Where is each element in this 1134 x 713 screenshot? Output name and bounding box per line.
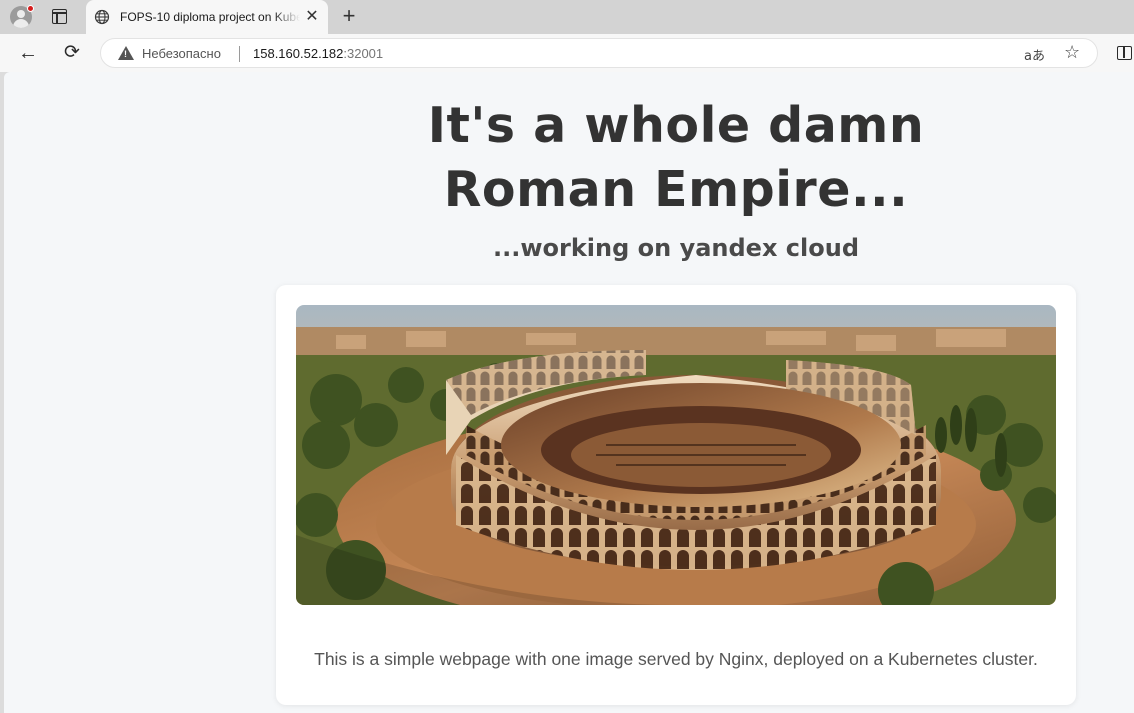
close-tab-icon[interactable]: ✕: [303, 8, 321, 26]
browser-toolbar: ← ⟳ ! Небезопасно 158.160.52.182:32001 a…: [0, 34, 1134, 72]
page-title: It's a whole damn Roman Empire...: [427, 97, 925, 218]
page-viewport: It's a whole damn Roman Empire... ...wor…: [4, 72, 1134, 713]
active-tab[interactable]: FOPS-10 diploma project on Kubernetes ✕: [86, 0, 328, 34]
tab-actions-icon[interactable]: [52, 9, 67, 24]
new-tab-button[interactable]: +: [338, 5, 360, 28]
reload-button[interactable]: ⟳: [61, 42, 83, 64]
favorite-star-icon[interactable]: ☆: [1064, 42, 1080, 63]
page-caption: This is a simple webpage with one image …: [314, 649, 1038, 669]
address-separator: [239, 46, 240, 62]
tab-strip: FOPS-10 diploma project on Kubernetes ✕ …: [0, 0, 1134, 34]
security-indicator[interactable]: Небезопасно: [142, 46, 221, 61]
url-text[interactable]: 158.160.52.182:32001: [253, 46, 383, 61]
translate-icon[interactable]: aあ: [1024, 45, 1045, 64]
colosseum-image: [296, 305, 1056, 605]
content-card: This is a simple webpage with one image …: [276, 285, 1076, 705]
tab-title: FOPS-10 diploma project on Kubernetes: [120, 10, 300, 24]
split-screen-icon[interactable]: [1117, 46, 1132, 60]
page-subtitle: ...working on yandex cloud: [492, 234, 859, 262]
back-button[interactable]: ←: [17, 42, 39, 64]
address-bar[interactable]: ! Небезопасно 158.160.52.182:32001 aあ ☆: [100, 38, 1098, 68]
notification-dot: [27, 5, 34, 12]
globe-icon: [94, 9, 110, 25]
